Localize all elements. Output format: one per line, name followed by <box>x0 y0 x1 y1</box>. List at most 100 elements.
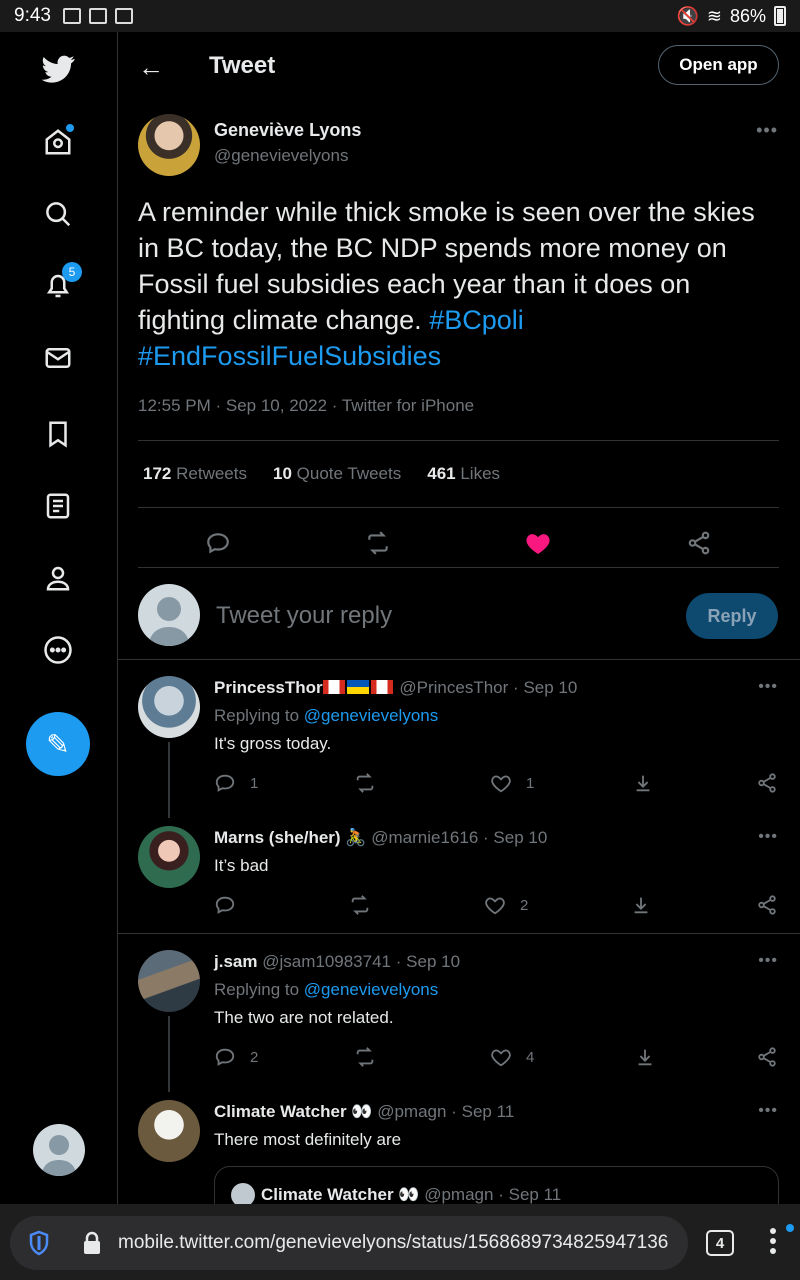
shield-icon[interactable] <box>28 1230 50 1256</box>
reply-author-name[interactable]: PrincessThor <box>214 678 323 697</box>
author-handle[interactable]: @genevievelyons <box>214 146 348 166</box>
author-name[interactable]: Geneviève Lyons <box>214 120 361 141</box>
retweet-action[interactable] <box>349 894 371 916</box>
like-action[interactable]: 1 <box>490 772 534 794</box>
like-action[interactable]: 4 <box>490 1046 534 1068</box>
reply-icon[interactable] <box>198 526 238 560</box>
quoted-date: Sep 11 <box>508 1185 562 1204</box>
thread-line <box>168 1016 170 1092</box>
reply-actions: 2 <box>214 894 784 924</box>
reply-avatar[interactable] <box>138 676 200 738</box>
reply-more-icon[interactable]: ••• <box>758 952 778 970</box>
reply-actions: 1 1 <box>214 772 784 802</box>
share-icon[interactable] <box>679 526 719 560</box>
browser-menu-icon[interactable] <box>770 1228 780 1258</box>
retweet-action[interactable] <box>354 1046 376 1068</box>
quote-tweets-stat[interactable]: 10 Quote Tweets <box>273 464 401 484</box>
reply-avatar[interactable] <box>138 950 200 1012</box>
messages-icon[interactable] <box>38 338 78 378</box>
tweet-more-icon[interactable]: ••• <box>756 120 778 141</box>
reply-tweet[interactable]: Marns (she/her) 🚴 @marnie1616 · Sep 10 •… <box>118 810 800 934</box>
retweet-icon <box>351 895 369 915</box>
reply-icon <box>215 1048 235 1066</box>
heart-icon <box>485 897 505 915</box>
reply-date[interactable]: Sep 10 <box>493 828 547 847</box>
reply-tweet[interactable]: PrincessThor @PrincesThor · Sep 10 ••• R… <box>118 660 800 818</box>
download-action[interactable] <box>632 772 654 794</box>
bike-emoji: 🚴 <box>345 828 367 847</box>
lock-icon[interactable] <box>82 1231 102 1255</box>
tweet-stats: 172 Retweets 10 Quote Tweets 461 Likes <box>143 464 500 484</box>
reply-handle[interactable]: @jsam10983741 <box>262 952 391 971</box>
page-header: ← Tweet Open app <box>118 32 800 98</box>
account-avatar[interactable] <box>33 1124 85 1176</box>
lists-icon[interactable] <box>38 486 78 526</box>
reply-icon <box>215 774 235 792</box>
reply-date[interactable]: Sep 10 <box>406 952 460 971</box>
reply-avatar[interactable] <box>138 1100 200 1162</box>
battery-level: 86% <box>729 5 766 26</box>
url-text[interactable]: mobile.twitter.com/genevievelyons/status… <box>118 1232 668 1254</box>
reply-author-name[interactable]: Climate Watcher <box>214 1102 347 1121</box>
heart-icon <box>491 1049 511 1067</box>
bookmarks-icon[interactable] <box>38 414 78 454</box>
menu-update-dot <box>786 1224 794 1232</box>
profile-icon[interactable] <box>38 558 78 598</box>
reply-author-name[interactable]: Marns (she/her) <box>214 828 341 847</box>
share-action[interactable] <box>756 772 778 794</box>
separator-dot: · <box>395 952 402 971</box>
share-icon <box>758 1047 776 1067</box>
notifications-icon[interactable]: 5 <box>38 262 82 306</box>
thread-line <box>168 742 170 818</box>
like-action[interactable]: 2 <box>484 894 528 916</box>
reply-author-name[interactable]: j.sam <box>214 952 257 971</box>
reply-more-icon[interactable]: ••• <box>758 1102 778 1120</box>
reply-handle[interactable]: @pmagn <box>377 1102 446 1121</box>
tab-switcher-button[interactable]: 4 <box>706 1230 734 1256</box>
open-app-button[interactable]: Open app <box>658 45 779 85</box>
download-action[interactable] <box>630 894 652 916</box>
reply-date[interactable]: Sep 10 <box>523 678 577 697</box>
download-action[interactable] <box>634 1046 656 1068</box>
reply-avatar[interactable] <box>138 826 200 888</box>
reply-more-icon[interactable]: ••• <box>758 678 778 696</box>
reply-action[interactable]: 2 <box>214 1046 258 1068</box>
retweets-stat[interactable]: 172 Retweets <box>143 464 247 484</box>
compose-tweet-button[interactable]: ✎ <box>26 712 90 776</box>
reply-action[interactable] <box>214 894 250 916</box>
more-icon[interactable] <box>38 630 78 670</box>
search-icon[interactable] <box>38 194 78 234</box>
replying-to-link[interactable]: @genevievelyons <box>304 980 438 999</box>
share-action[interactable] <box>756 894 778 916</box>
reply-count: 1 <box>250 774 259 792</box>
reply-button[interactable]: Reply <box>686 593 778 639</box>
home-icon[interactable] <box>38 122 78 162</box>
liked-heart-icon[interactable] <box>518 526 558 560</box>
replying-to-link[interactable]: @genevievelyons <box>304 706 438 725</box>
author-avatar[interactable] <box>138 114 200 176</box>
reply-more-icon[interactable]: ••• <box>758 828 778 846</box>
hashtag-link[interactable]: #BCpoli <box>429 305 524 335</box>
download-icon <box>634 897 648 914</box>
reply-handle[interactable]: @PrincesThor <box>399 678 508 697</box>
share-action[interactable] <box>756 1046 778 1068</box>
divider <box>138 567 779 568</box>
tweet-text: A reminder while thick smoke is seen ove… <box>138 194 783 374</box>
back-arrow-icon[interactable]: ← <box>138 52 164 83</box>
reply-input[interactable]: Tweet your reply <box>216 602 392 630</box>
retweet-action[interactable] <box>354 772 376 794</box>
address-bar[interactable]: mobile.twitter.com/genevievelyons/status… <box>10 1216 688 1270</box>
likes-stat[interactable]: 461 Likes <box>427 464 500 484</box>
reply-text: There most definitely are <box>214 1130 402 1149</box>
ukraine-flag-icon <box>346 680 369 694</box>
replying-to-label: Replying to <box>214 706 300 725</box>
reply-date[interactable]: Sep 11 <box>462 1102 515 1121</box>
hashtag-link[interactable]: #EndFossilFuelSubsidies <box>138 341 441 371</box>
reply-handle[interactable]: @marnie1616 <box>371 828 478 847</box>
retweet-icon[interactable] <box>358 526 398 560</box>
page-title: Tweet <box>209 52 276 79</box>
reply-action[interactable]: 1 <box>214 772 258 794</box>
twitter-logo-icon[interactable] <box>38 50 78 90</box>
reply-tweet[interactable]: j.sam @jsam10983741 · Sep 10 ••• Replyin… <box>118 934 800 1092</box>
home-unread-dot <box>66 124 74 132</box>
